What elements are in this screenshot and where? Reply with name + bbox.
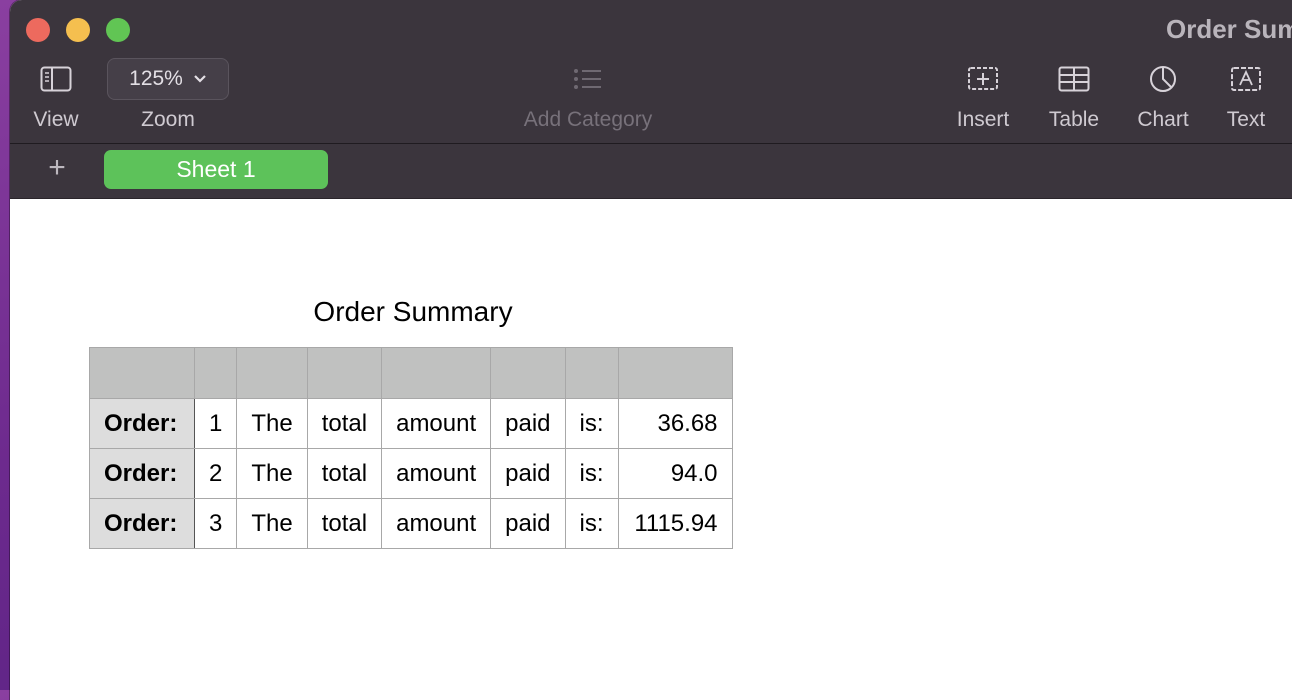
- table-cell[interactable]: 3: [193, 498, 238, 549]
- table-title[interactable]: Order Summary: [89, 296, 737, 328]
- header-cell[interactable]: [193, 347, 238, 399]
- text-label: Text: [1226, 108, 1266, 131]
- sidebar-icon: [24, 56, 88, 102]
- table-cell[interactable]: paid: [490, 448, 566, 499]
- title-toolbar: Order Sum View 125% Zoom Add Category In…: [10, 0, 1292, 144]
- zoom-value: 125%: [129, 67, 183, 90]
- header-cell[interactable]: [617, 347, 733, 399]
- table-button[interactable]: Table: [1042, 56, 1106, 132]
- tab-sheet-1[interactable]: Sheet 1: [104, 150, 328, 189]
- amount-cell[interactable]: 94.0: [617, 448, 733, 499]
- list-icon: [510, 56, 666, 102]
- numbers-window: Order Sum View 125% Zoom Add Category In…: [10, 0, 1292, 700]
- table-cell[interactable]: is:: [564, 448, 619, 499]
- table-cell[interactable]: 2: [193, 448, 238, 499]
- header-cell[interactable]: [306, 347, 383, 399]
- table-cell[interactable]: The: [236, 398, 308, 449]
- table-label: Table: [1048, 108, 1100, 131]
- row-header-cell[interactable]: Order:: [89, 398, 195, 449]
- chevron-down-icon: [194, 75, 206, 83]
- table-cell[interactable]: amount: [381, 448, 492, 499]
- table-cell[interactable]: total: [306, 498, 383, 549]
- table-row: Order: 3 The total amount paid is: 1115.…: [89, 498, 733, 549]
- minimize-window-button[interactable]: [66, 18, 90, 42]
- table-icon: [1042, 56, 1106, 102]
- table-row: Order: 1 The total amount paid is: 36.68: [89, 398, 733, 449]
- insert-button[interactable]: Insert: [950, 56, 1016, 132]
- document-title: Order Sum: [1166, 14, 1292, 44]
- zoom-dropdown[interactable]: 125%: [107, 58, 229, 100]
- header-row: [89, 347, 733, 399]
- view-button[interactable]: View: [24, 56, 88, 132]
- table-cell[interactable]: paid: [490, 398, 566, 449]
- amount-cell[interactable]: 36.68: [617, 398, 733, 449]
- table-cell[interactable]: total: [306, 398, 383, 449]
- row-header-cell[interactable]: Order:: [89, 448, 195, 499]
- add-category-button[interactable]: Add Category: [510, 56, 666, 132]
- header-cell[interactable]: [564, 347, 619, 399]
- zoom-label: Zoom: [141, 108, 195, 131]
- chart-button[interactable]: Chart: [1130, 56, 1196, 132]
- zoom-control[interactable]: 125% Zoom: [106, 56, 230, 132]
- add-category-label: Add Category: [523, 108, 653, 131]
- header-cell[interactable]: [490, 347, 566, 399]
- header-cell[interactable]: [236, 347, 308, 399]
- table-cell[interactable]: amount: [381, 398, 492, 449]
- text-button[interactable]: Text: [1218, 56, 1274, 132]
- insert-label: Insert: [956, 108, 1010, 131]
- pie-chart-icon: [1130, 56, 1196, 102]
- table-cell[interactable]: total: [306, 448, 383, 499]
- sheet-canvas[interactable]: Order Summary Order: 1 The total amount …: [10, 199, 1292, 700]
- table-cell[interactable]: The: [236, 498, 308, 549]
- text-box-icon: [1218, 56, 1274, 102]
- add-sheet-button[interactable]: +: [43, 150, 71, 186]
- order-table[interactable]: Order: 1 The total amount paid is: 36.68…: [89, 347, 733, 549]
- chart-label: Chart: [1137, 108, 1189, 131]
- sheet-tab-bar: + Sheet 1: [10, 144, 1292, 199]
- amount-cell[interactable]: 1115.94: [617, 498, 733, 549]
- close-window-button[interactable]: [26, 18, 50, 42]
- maximize-window-button[interactable]: [106, 18, 130, 42]
- header-cell[interactable]: [89, 347, 195, 399]
- table-cell[interactable]: is:: [564, 398, 619, 449]
- table-cell[interactable]: is:: [564, 498, 619, 549]
- table-cell[interactable]: 1: [193, 398, 238, 449]
- header-cell[interactable]: [381, 347, 492, 399]
- row-header-cell[interactable]: Order:: [89, 498, 195, 549]
- table-row: Order: 2 The total amount paid is: 94.0: [89, 448, 733, 499]
- view-label: View: [33, 108, 79, 131]
- table-cell[interactable]: amount: [381, 498, 492, 549]
- table-cell[interactable]: paid: [490, 498, 566, 549]
- insert-icon: [950, 56, 1016, 102]
- table-cell[interactable]: The: [236, 448, 308, 499]
